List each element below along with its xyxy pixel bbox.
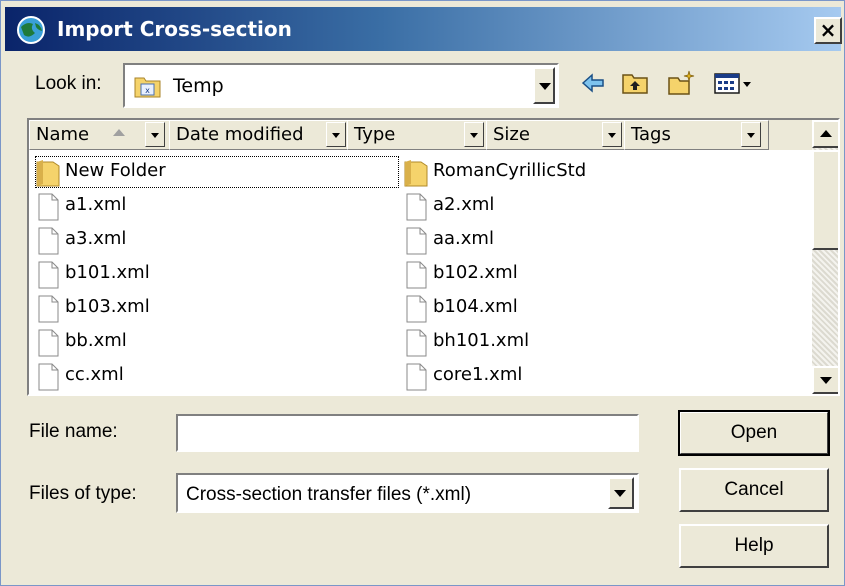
file-name: b101.xml bbox=[65, 262, 150, 283]
file-name: a1.xml bbox=[65, 194, 127, 215]
filetype-dropdown-button[interactable] bbox=[608, 477, 634, 509]
document-icon bbox=[38, 193, 59, 221]
filetype-combo[interactable]: Cross-section transfer files (*.xml) bbox=[176, 473, 639, 513]
lookin-value: Temp bbox=[173, 75, 224, 97]
svg-text:x: x bbox=[145, 86, 150, 95]
filename-input[interactable] bbox=[176, 414, 639, 452]
file-item[interactable]: aa.xml bbox=[403, 224, 703, 256]
filetype-value: Cross-section transfer files (*.xml) bbox=[186, 484, 472, 505]
file-item[interactable]: b102.xml bbox=[403, 258, 703, 290]
folder-icon bbox=[36, 160, 60, 187]
app-globe-icon bbox=[17, 16, 45, 44]
file-name: a3.xml bbox=[65, 228, 127, 249]
sort-ascending-icon bbox=[113, 129, 125, 136]
column-header-label: Date modified bbox=[176, 124, 304, 145]
document-icon bbox=[38, 227, 59, 255]
filename-label: File name: bbox=[29, 421, 118, 442]
open-button[interactable]: Open bbox=[678, 410, 830, 456]
file-list[interactable]: Name Date modified Type Size Tags New Fo… bbox=[27, 118, 840, 396]
folder-icon: x bbox=[134, 77, 161, 98]
document-icon bbox=[38, 261, 59, 289]
scroll-down-button[interactable] bbox=[812, 366, 838, 394]
file-item[interactable]: b104.xml bbox=[403, 292, 703, 324]
file-name: cc.xml bbox=[65, 364, 124, 385]
file-name: New Folder bbox=[65, 160, 166, 181]
back-arrow-icon[interactable] bbox=[579, 69, 607, 97]
import-dialog: Import Cross-section × Look in: x Temp N… bbox=[0, 0, 845, 586]
filetype-label: Files of type: bbox=[29, 483, 137, 504]
document-icon bbox=[406, 329, 427, 357]
view-menu-icon[interactable] bbox=[713, 69, 763, 97]
scroll-up-button[interactable] bbox=[812, 120, 838, 148]
file-item[interactable]: a3.xml bbox=[35, 224, 335, 256]
document-icon bbox=[406, 261, 427, 289]
lookin-label: Look in: bbox=[35, 73, 102, 94]
title-bar[interactable]: Import Cross-section × bbox=[5, 7, 842, 51]
column-header-date-modified[interactable]: Date modified bbox=[169, 120, 349, 150]
file-name: b104.xml bbox=[433, 296, 518, 317]
document-icon bbox=[406, 363, 427, 391]
document-icon bbox=[38, 295, 59, 323]
column-header-label: Name bbox=[36, 124, 90, 145]
file-item[interactable]: cc.xml bbox=[35, 360, 335, 392]
vertical-scrollbar[interactable] bbox=[812, 120, 838, 394]
new-folder-icon[interactable] bbox=[667, 69, 695, 97]
file-name: aa.xml bbox=[433, 228, 494, 249]
column-type-dropdown[interactable] bbox=[464, 122, 484, 147]
window-title: Import Cross-section bbox=[57, 17, 292, 41]
column-header-label: Type bbox=[354, 124, 396, 145]
document-icon bbox=[406, 295, 427, 323]
column-header-row: Name Date modified Type Size Tags bbox=[29, 120, 812, 150]
file-name: bb.xml bbox=[65, 330, 127, 351]
document-icon bbox=[406, 227, 427, 255]
column-name-dropdown[interactable] bbox=[145, 122, 165, 147]
file-name: bh101.xml bbox=[433, 330, 530, 351]
column-size-dropdown[interactable] bbox=[602, 122, 622, 147]
file-item[interactable]: a1.xml bbox=[35, 190, 335, 222]
file-item[interactable]: a2.xml bbox=[403, 190, 703, 222]
column-header-label: Tags bbox=[631, 124, 671, 145]
file-name: RomanCyrillicStd bbox=[433, 160, 587, 181]
document-icon bbox=[38, 329, 59, 357]
lookin-combo[interactable]: x Temp bbox=[123, 63, 559, 108]
file-name: core1.xml bbox=[433, 364, 523, 385]
column-header-label: Size bbox=[493, 124, 530, 145]
document-icon bbox=[406, 193, 427, 221]
cancel-button[interactable]: Cancel bbox=[679, 468, 829, 512]
file-item[interactable]: b103.xml bbox=[35, 292, 335, 324]
file-item[interactable]: bh101.xml bbox=[403, 326, 703, 358]
up-one-level-icon[interactable] bbox=[621, 69, 649, 97]
help-button[interactable]: Help bbox=[679, 524, 829, 568]
column-date-dropdown[interactable] bbox=[326, 122, 346, 147]
document-icon bbox=[38, 363, 59, 391]
file-name: b102.xml bbox=[433, 262, 518, 283]
file-item[interactable]: b101.xml bbox=[35, 258, 335, 290]
file-name: b103.xml bbox=[65, 296, 150, 317]
file-name: a2.xml bbox=[433, 194, 495, 215]
scroll-thumb[interactable] bbox=[812, 150, 838, 250]
folder-icon bbox=[404, 160, 428, 187]
column-tags-dropdown[interactable] bbox=[741, 122, 761, 147]
file-item[interactable]: core1.xml bbox=[403, 360, 703, 392]
lookin-dropdown-button[interactable] bbox=[533, 67, 555, 104]
folder-item[interactable]: New Folder bbox=[35, 156, 399, 188]
folder-item[interactable]: RomanCyrillicStd bbox=[403, 156, 703, 188]
close-button[interactable]: × bbox=[814, 17, 842, 44]
file-item[interactable]: bb.xml bbox=[35, 326, 335, 358]
